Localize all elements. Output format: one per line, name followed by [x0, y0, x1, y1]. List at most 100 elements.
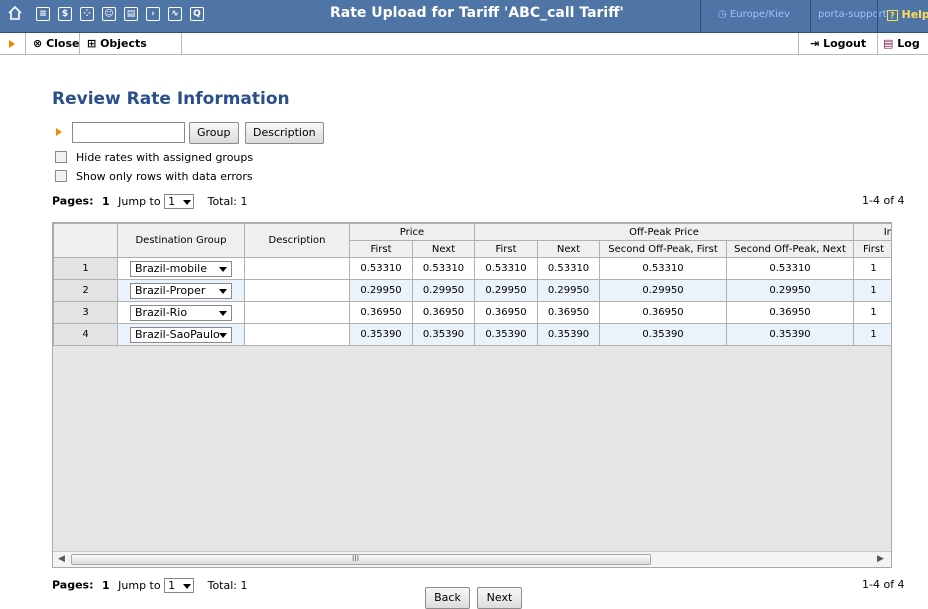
home-icon[interactable]: [7, 5, 23, 21]
off-peak-next-cell[interactable]: 0.29950: [537, 279, 600, 302]
show-errors-row: Show only rows with data errors: [55, 169, 253, 183]
price-first-cell[interactable]: 0.36950: [349, 301, 413, 324]
arrow-icon[interactable]: ›: [146, 7, 160, 21]
list-icon[interactable]: ≡: [36, 7, 50, 21]
divider: [181, 33, 182, 55]
price-first-header[interactable]: First: [349, 240, 413, 258]
dollar-icon[interactable]: $: [58, 7, 72, 21]
destination-group-select[interactable]: Brazil-Proper: [130, 282, 232, 299]
second-off-peak-first-header[interactable]: Second Off-Peak, First: [599, 240, 727, 258]
group-button[interactable]: Group: [189, 122, 239, 144]
off-peak-next-cell[interactable]: 0.53310: [537, 257, 600, 280]
description-cell[interactable]: [244, 301, 350, 324]
off-peak-first-cell[interactable]: 0.35390: [474, 323, 538, 346]
person-icon[interactable]: ☺: [102, 7, 116, 21]
show-errors-label: Show only rows with data errors: [76, 169, 253, 183]
price-next-cell[interactable]: 0.36950: [412, 301, 475, 324]
interval-header: In: [853, 223, 891, 241]
divider: [79, 33, 80, 55]
grid-icon[interactable]: ⁘: [80, 7, 94, 21]
price-next-header[interactable]: Next: [412, 240, 475, 258]
range-label: 1-4 of 4: [862, 578, 905, 591]
chevron-down-icon: [219, 332, 227, 338]
price-next-cell[interactable]: 0.29950: [412, 279, 475, 302]
graph-icon[interactable]: ∿: [168, 7, 182, 21]
scroll-right-icon[interactable]: ▶: [877, 554, 884, 564]
divider: [877, 33, 878, 55]
price-next-cell[interactable]: 0.35390: [412, 323, 475, 346]
off-peak-next-cell[interactable]: 0.35390: [537, 323, 600, 346]
rates-table: Destination Group Description Price Off-…: [53, 223, 891, 346]
second-off-peak-first-cell[interactable]: 0.29950: [599, 279, 727, 302]
hide-rates-checkbox[interactable]: [55, 151, 67, 163]
chart-icon[interactable]: ▤: [124, 7, 138, 21]
horizontal-scrollbar[interactable]: ◀ III ▶: [53, 551, 891, 567]
interval-first-cell[interactable]: 1: [853, 323, 891, 346]
close-button[interactable]: ⊗ Close: [33, 37, 79, 50]
help-link[interactable]: ? Help: [887, 8, 928, 21]
destination-group-header[interactable]: Destination Group: [117, 223, 245, 258]
destination-group-select[interactable]: Brazil-mobile: [130, 260, 232, 277]
logout-label: Logout: [823, 37, 867, 50]
logout-button[interactable]: ⇥ Logout: [810, 37, 866, 50]
price-first-cell[interactable]: 0.29950: [349, 279, 413, 302]
pages-label: Pages:: [52, 578, 94, 592]
price-first-cell[interactable]: 0.35390: [349, 323, 413, 346]
log-button[interactable]: ▤ Log: [883, 37, 920, 50]
description-button[interactable]: Description: [245, 122, 324, 144]
off-peak-first-cell[interactable]: 0.53310: [474, 257, 538, 280]
table-row: 2 Brazil-Proper 0.29950 0.29950 0.29950 …: [53, 279, 891, 302]
jump-select[interactable]: 1: [164, 578, 195, 593]
off-peak-first-cell[interactable]: 0.36950: [474, 301, 538, 324]
second-off-peak-next-cell[interactable]: 0.29950: [726, 279, 854, 302]
interval-first-cell[interactable]: 1: [853, 279, 891, 302]
price-next-cell[interactable]: 0.53310: [412, 257, 475, 280]
price-header: Price: [349, 223, 475, 241]
off-peak-first-cell[interactable]: 0.29950: [474, 279, 538, 302]
off-peak-next-header[interactable]: Next: [537, 240, 600, 258]
chevron-down-icon: [219, 310, 227, 316]
timezone-link[interactable]: ◷ Europe/Kiev: [718, 9, 790, 20]
page-number[interactable]: 1: [102, 579, 110, 592]
interval-first-cell[interactable]: 1: [853, 301, 891, 324]
clock-icon: ◷: [718, 9, 727, 20]
off-peak-first-header[interactable]: First: [474, 240, 538, 258]
logout-icon: ⇥: [810, 37, 820, 50]
hide-rates-label: Hide rates with assigned groups: [76, 150, 254, 164]
table-row: 4 Brazil-SaoPaulo 0.35390 0.35390 0.3539…: [53, 323, 891, 346]
pager-bottom: Pages: 1 Jump to 1 Total: 1: [52, 578, 248, 593]
search-icon[interactable]: Q: [190, 7, 204, 21]
search-input[interactable]: [72, 122, 185, 143]
back-button[interactable]: Back: [425, 587, 470, 609]
description-header[interactable]: Description: [244, 223, 350, 258]
second-off-peak-next-cell[interactable]: 0.53310: [726, 257, 854, 280]
destination-group-cell: Brazil-Proper: [117, 279, 245, 302]
next-button[interactable]: Next: [477, 587, 522, 609]
second-off-peak-first-cell[interactable]: 0.35390: [599, 323, 727, 346]
destination-group-select[interactable]: Brazil-Rio: [130, 304, 232, 321]
second-off-peak-next-header[interactable]: Second Off-Peak, Next: [726, 240, 854, 258]
objects-icon: ⊞: [87, 37, 97, 50]
second-off-peak-first-cell[interactable]: 0.36950: [599, 301, 727, 324]
top-bar: ≡ $ ⁘ ☺ ▤ › ∿ Q Rate Upload for Tariff '…: [0, 0, 928, 33]
show-errors-checkbox[interactable]: [55, 170, 67, 182]
jump-select[interactable]: 1: [164, 194, 195, 209]
scrollbar-thumb[interactable]: III: [71, 554, 651, 565]
interval-first-header[interactable]: First: [853, 240, 891, 258]
log-label: Log: [897, 37, 920, 50]
scroll-left-icon[interactable]: ◀: [58, 554, 65, 564]
second-off-peak-next-cell[interactable]: 0.36950: [726, 301, 854, 324]
destination-group-select[interactable]: Brazil-SaoPaulo: [130, 326, 232, 343]
interval-first-cell[interactable]: 1: [853, 257, 891, 280]
description-cell[interactable]: [244, 323, 350, 346]
page-number[interactable]: 1: [102, 195, 110, 208]
page-header-title: Rate Upload for Tariff 'ABC_call Tariff': [330, 5, 624, 21]
chevron-down-icon: [219, 288, 227, 294]
description-cell[interactable]: [244, 257, 350, 280]
price-first-cell[interactable]: 0.53310: [349, 257, 413, 280]
objects-button[interactable]: ⊞ Objects: [87, 37, 147, 50]
second-off-peak-next-cell[interactable]: 0.35390: [726, 323, 854, 346]
off-peak-next-cell[interactable]: 0.36950: [537, 301, 600, 324]
second-off-peak-first-cell[interactable]: 0.53310: [599, 257, 727, 280]
description-cell[interactable]: [244, 279, 350, 302]
